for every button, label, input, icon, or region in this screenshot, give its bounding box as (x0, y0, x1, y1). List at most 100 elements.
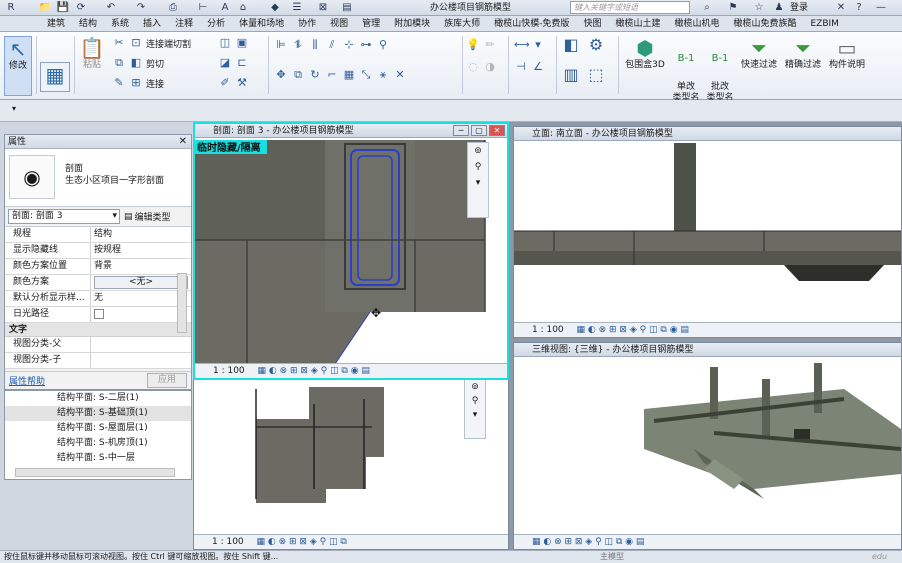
cope-icon[interactable]: ◪ (218, 56, 232, 70)
browser-item[interactable]: 结构平面: S-二层(1) (5, 391, 191, 406)
split-icon[interactable]: ⊹ (342, 38, 356, 52)
rotate-icon[interactable]: ↻ (308, 68, 322, 82)
properties-toggle-button[interactable]: ▦ (40, 62, 70, 92)
browser-item[interactable]: 结构平面: S-机房顶(1) (5, 436, 191, 451)
sync-icon[interactable]: ⟳ (74, 1, 88, 14)
create-assembly-icon[interactable]: ▥ (560, 67, 582, 88)
3d-view-window[interactable]: 三维视图: {三维} - 办公楼项目钢筋模型 ▦ ◐ ⊗ ⊞ ⊠ ◈ ⚲ ◫ ⧉… (513, 342, 902, 550)
browser-item-selected[interactable]: 结构平面: S-基础顶(1) (5, 406, 191, 421)
prop-value[interactable]: 按规程 (91, 243, 191, 258)
drawing-canvas[interactable]: 1 : 100 ▦ ◐ ⊗ ⊞ ⊠ ◈ ⚲ ◫ ⧉ ⊚ ⚲ ▾ 剖面: 剖面 3 -… (193, 122, 902, 550)
prop-value[interactable] (91, 337, 191, 352)
tab-gls-family[interactable]: 橄榄山免费族酷 (726, 16, 803, 31)
tab-collaborate[interactable]: 协作 (291, 16, 323, 31)
tab-annotate[interactable]: 注释 (168, 16, 200, 31)
single-type-rename-button[interactable]: B-1 单改 类型名 (670, 36, 702, 104)
elevation-view-window[interactable]: 立面: 南立面 - 办公楼项目钢筋模型 1 : 100 ▦ ◐ ⊗ ⊞ ⊠ ◈ … (513, 126, 902, 338)
apply-button[interactable]: 应用 (146, 373, 187, 388)
view-control-icons[interactable]: ▦ ◐ ⊗ ⊞ ⊠ ◈ ⚲ ◫ ⧉ ◉ ▤ (532, 537, 644, 547)
prop-value[interactable] (91, 353, 191, 368)
prop-value[interactable]: 结构 (91, 227, 191, 242)
dropdown-icon[interactable]: ▾ (531, 38, 545, 52)
array-icon[interactable]: ▦ (342, 68, 356, 82)
minimize-button[interactable]: ─ (453, 125, 469, 136)
undo-icon[interactable]: ↶ (104, 1, 118, 14)
text-a-icon[interactable]: A (218, 1, 232, 14)
browser-item[interactable]: 结构平面: S-屋面层(1) (5, 421, 191, 436)
create-part-icon[interactable]: ◧ (560, 37, 582, 58)
subscription-icon[interactable]: ⚑ (726, 1, 740, 14)
bbox3d-button[interactable]: ⬢ 包围盒3D (622, 36, 668, 71)
modify-button[interactable]: ↖ 修改 (4, 36, 32, 96)
type-selector[interactable]: ◉ 剖面 生态小区项目一字形剖面 (5, 149, 191, 207)
quick-filter-button[interactable]: ⏷ 快速过滤 (738, 36, 780, 71)
browser-item[interactable]: 结构平面: S-中一层 (5, 451, 191, 466)
exchange-icon[interactable]: ✕ (834, 1, 848, 14)
tab-quickmap[interactable]: 快图 (576, 16, 608, 31)
plan-nav-bar[interactable]: ⊚ ⚲ ▾ (464, 379, 486, 439)
view-control-icons[interactable]: ▦ ◐ ⊗ ⊞ ⊠ ◈ ⚲ ◫ ⧉ ◉ ▤ (258, 366, 370, 376)
cut-button[interactable]: ⧉ ◧ 剪切 (112, 56, 164, 70)
star-icon[interactable]: ☆ (752, 1, 766, 14)
zoom-icon[interactable]: ⚲ (475, 162, 482, 172)
color-scheme-button[interactable]: <无> (94, 276, 188, 289)
switch-windows-icon[interactable]: ▤ (340, 1, 354, 14)
connect-button[interactable]: ✎ ⊞ 连接 (112, 76, 164, 90)
pencil-icon[interactable]: ✏ (483, 38, 497, 52)
instance-dropdown[interactable]: 剖面: 剖面 3 ▾ (8, 209, 120, 224)
tab-addins[interactable]: 附加模块 (387, 16, 437, 31)
split-gap-icon[interactable]: ⊶ (359, 38, 373, 52)
tab-gls-mep[interactable]: 橄榄山机电 (667, 16, 726, 31)
tab-massing-site[interactable]: 体量和场地 (232, 16, 291, 31)
copy-element-icon[interactable]: ⧉ (291, 68, 305, 82)
delete-icon[interactable]: ✕ (393, 68, 407, 82)
steering-wheel-icon[interactable]: ⊚ (474, 146, 482, 156)
tab-ezbim[interactable]: EZBIM (804, 16, 846, 31)
chevron-down-icon[interactable]: ▾ (12, 104, 20, 113)
create-group-icon[interactable]: ⚙ (585, 37, 607, 58)
hide-icon[interactable]: ◌ (466, 60, 480, 74)
section-nav-bar[interactable]: ⊚ ⚲ ▾ (467, 142, 489, 218)
measure-icon[interactable]: ⊢ (196, 1, 210, 14)
override-icon[interactable]: ◑ (483, 60, 497, 74)
search-input[interactable]: 键入关键字或短语 (570, 1, 690, 14)
hammer-icon[interactable]: ⚒ (235, 76, 249, 90)
tab-structure[interactable]: 结构 (72, 16, 104, 31)
plan-scale[interactable]: 1 : 100 (212, 537, 244, 547)
join-cut-button[interactable]: ✂ ⊡ 连接端切割 (112, 36, 191, 50)
section-icon[interactable]: ◆ (268, 1, 282, 14)
lightbulb-icon[interactable]: 💡 (466, 38, 480, 52)
unpin-icon[interactable]: ⚹ (376, 68, 390, 82)
browser-h-scrollbar[interactable] (15, 468, 175, 477)
properties-scrollbar[interactable] (177, 273, 187, 333)
app-logo-icon[interactable]: R (4, 1, 18, 14)
paste-button[interactable]: 📋 粘贴 (78, 36, 106, 71)
main-model-label[interactable]: 主模型 (600, 551, 624, 563)
prop-value[interactable]: 背景 (91, 259, 191, 274)
tab-family-library[interactable]: 族库大师 (437, 16, 487, 31)
print-icon[interactable]: ⎙ (166, 1, 180, 14)
prop-value[interactable]: 无 (91, 291, 191, 306)
close-hidden-icon[interactable]: ⊠ (316, 1, 330, 14)
nav-dropdown-icon[interactable]: ▾ (476, 178, 481, 188)
user-icon[interactable]: ♟ (772, 1, 786, 14)
tab-gls-civil[interactable]: 橄榄山土建 (608, 16, 667, 31)
elevation-scale[interactable]: 1 : 100 (532, 325, 564, 335)
similar-icon[interactable]: ⬚ (585, 67, 607, 88)
redo-icon[interactable]: ↷ (134, 1, 148, 14)
properties-help-link[interactable]: 属性帮助 (9, 374, 45, 387)
thin-lines-icon[interactable]: ☰ (290, 1, 304, 14)
scale-icon[interactable]: ⤡ (359, 68, 373, 82)
restore-button[interactable]: ▢ (471, 125, 487, 136)
align-icon[interactable]: ⊫ (274, 38, 288, 52)
move-icon[interactable]: ✥ (274, 68, 288, 82)
save-icon[interactable]: 💾 (56, 1, 70, 14)
text-section-header[interactable]: 文字⌃ (5, 323, 191, 337)
demolish-icon[interactable]: ✐ (218, 76, 232, 90)
plan-view[interactable]: 1 : 100 ▦ ◐ ⊗ ⊞ ⊠ ◈ ⚲ ◫ ⧉ ⊚ ⚲ ▾ (193, 378, 509, 550)
view-control-icons[interactable]: ▦ ◐ ⊗ ⊞ ⊠ ◈ ⚲ ◫ ⧉ ◉ ▤ (577, 325, 689, 335)
split-face-icon[interactable]: ◫ (218, 36, 232, 50)
search-icon[interactable]: ⌕ (700, 1, 714, 14)
tab-manage[interactable]: 管理 (355, 16, 387, 31)
tab-analyze[interactable]: 分析 (200, 16, 232, 31)
